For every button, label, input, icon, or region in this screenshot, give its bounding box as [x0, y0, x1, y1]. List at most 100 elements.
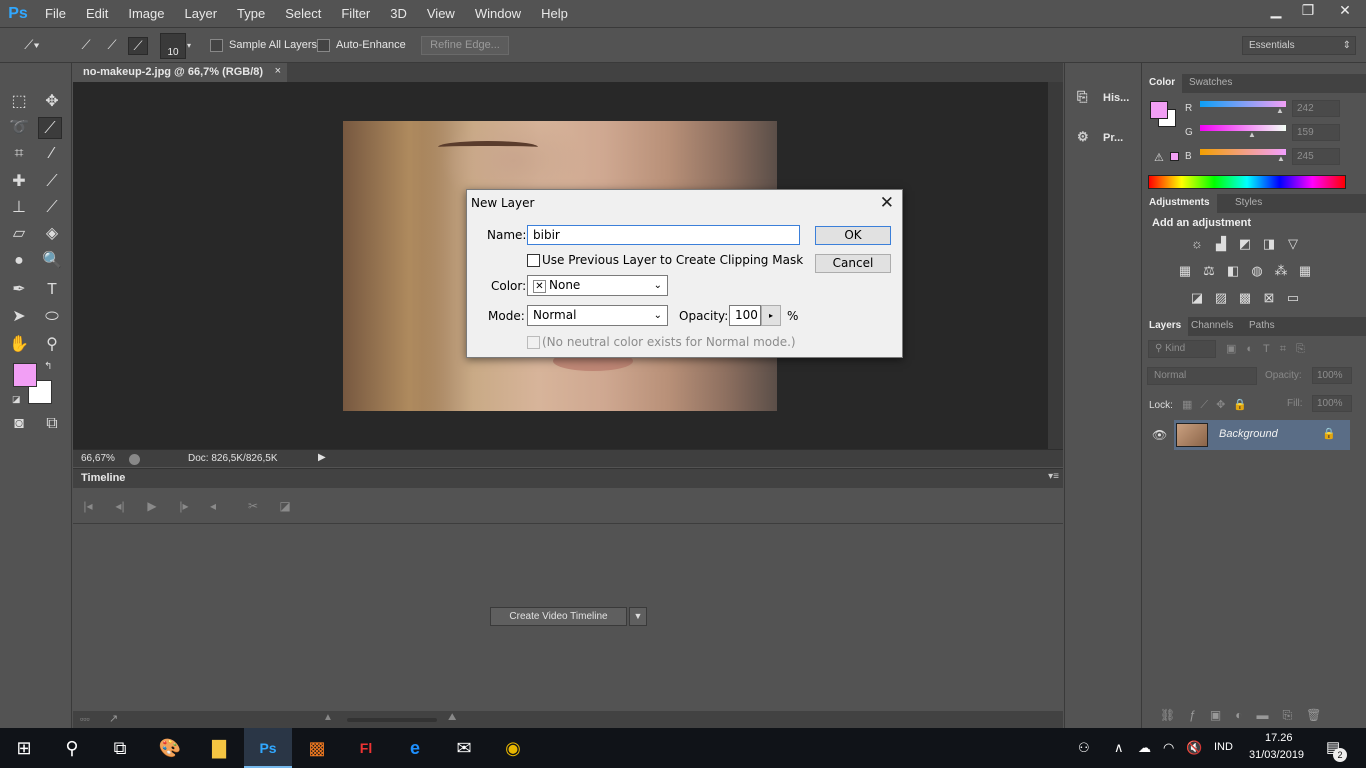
- foreground-color-swatch[interactable]: [13, 363, 37, 387]
- levels-icon[interactable]: ▟: [1212, 235, 1230, 253]
- menu-select[interactable]: Select: [276, 6, 332, 21]
- photoshop-taskbar-icon[interactable]: Ps: [244, 728, 292, 768]
- menu-layer[interactable]: Layer: [176, 6, 229, 21]
- menu-file[interactable]: File: [36, 6, 77, 21]
- properties-panel-button[interactable]: ⚙ Pr...: [1077, 127, 1137, 151]
- zoom-tool-icon[interactable]: ⚲: [40, 334, 64, 356]
- people-icon[interactable]: ⚇: [1078, 740, 1090, 756]
- zoom-out-icon[interactable]: ▲: [323, 712, 333, 723]
- healing-brush-tool-icon[interactable]: ✚: [7, 171, 31, 193]
- menu-3d[interactable]: 3D: [381, 6, 418, 21]
- layers-footer-icons[interactable]: ⛓ƒ▣◐▬⎘🗑: [1142, 708, 1366, 728]
- r-slider-thumb[interactable]: ▲: [1276, 106, 1284, 115]
- close-button[interactable]: ✕: [1324, 0, 1366, 20]
- name-input[interactable]: bibir: [527, 225, 800, 245]
- clipping-mask-checkbox[interactable]: [527, 254, 540, 267]
- color-panel-foreground[interactable]: [1150, 101, 1168, 119]
- document-tab[interactable]: no-makeup-2.jpg @ 66,7% (RGB/8) ×: [73, 63, 287, 82]
- create-timeline-dropdown-icon[interactable]: ▼: [629, 607, 647, 626]
- task-view-icon[interactable]: ⧉: [96, 728, 144, 768]
- screen-mode-icon[interactable]: ⧉: [40, 413, 64, 435]
- tab-channels[interactable]: Channels: [1184, 317, 1240, 336]
- r-slider[interactable]: [1200, 101, 1286, 107]
- status-info-icon[interactable]: [129, 454, 140, 465]
- color-lookup-icon[interactable]: ▦: [1296, 262, 1314, 280]
- dialog-close-icon[interactable]: ✕: [880, 193, 894, 213]
- tab-paths[interactable]: Paths: [1242, 317, 1282, 336]
- mail-icon[interactable]: ✉: [440, 728, 488, 768]
- blend-mode-select[interactable]: Normal: [1147, 367, 1257, 385]
- auto-enhance-checkbox[interactable]: [317, 39, 330, 52]
- menu-image[interactable]: Image: [119, 6, 175, 21]
- history-panel-button[interactable]: ⎘ His...: [1077, 87, 1137, 111]
- brush-size-dropdown-icon[interactable]: ▾: [187, 33, 197, 59]
- paint-app-icon[interactable]: 🎨: [146, 728, 194, 768]
- quick-selection-tool-icon[interactable]: ⟋: [38, 117, 62, 139]
- lasso-tool-icon[interactable]: ➰: [7, 117, 31, 139]
- marquee-tool-icon[interactable]: ⬚: [7, 91, 31, 113]
- go-to-first-frame-icon[interactable]: |◂: [79, 497, 97, 515]
- hue-saturation-icon[interactable]: ▦: [1176, 262, 1194, 280]
- eyedropper-tool-icon[interactable]: ⁄: [40, 143, 64, 165]
- path-selection-tool-icon[interactable]: ➤: [7, 306, 31, 328]
- gamut-warning-icon[interactable]: ⚠: [1154, 151, 1164, 164]
- channel-mixer-icon[interactable]: ⁂: [1272, 262, 1290, 280]
- opacity-input[interactable]: 100: [729, 305, 761, 326]
- flash-icon[interactable]: Fl: [342, 728, 390, 768]
- play-icon[interactable]: ▶: [143, 497, 161, 515]
- document-close-icon[interactable]: ×: [275, 65, 281, 77]
- ok-button[interactable]: OK: [815, 226, 891, 245]
- volume-muted-icon[interactable]: 🔇: [1186, 740, 1202, 756]
- new-selection-icon[interactable]: ⟋: [76, 37, 96, 55]
- tab-layers[interactable]: Layers: [1142, 317, 1188, 336]
- timeline-zoom-slider[interactable]: [347, 718, 437, 722]
- b-value[interactable]: 245: [1292, 148, 1340, 165]
- chrome-icon[interactable]: ◉: [489, 728, 537, 768]
- tab-swatches[interactable]: Swatches: [1182, 74, 1239, 93]
- type-tool-icon[interactable]: T: [40, 279, 64, 301]
- eraser-tool-icon[interactable]: ▱: [7, 223, 31, 245]
- frame-animation-icon[interactable]: ▫▫▫: [80, 714, 90, 724]
- convert-icon[interactable]: ↗: [109, 712, 118, 725]
- wifi-icon[interactable]: ◠: [1163, 740, 1174, 756]
- menu-edit[interactable]: Edit: [77, 6, 119, 21]
- status-menu-arrow-icon[interactable]: ▶: [318, 452, 326, 463]
- onedrive-icon[interactable]: ☁: [1138, 740, 1151, 756]
- audio-icon[interactable]: ◂: [204, 497, 222, 515]
- hand-tool-icon[interactable]: ✋: [7, 334, 31, 356]
- color-spectrum-bar[interactable]: [1148, 175, 1346, 189]
- next-frame-icon[interactable]: |▸: [175, 497, 193, 515]
- lock-icons[interactable]: ▦⟋✥🔒: [1182, 398, 1255, 412]
- layer-filter-icons[interactable]: ▣◐T⌗⎘: [1226, 342, 1315, 356]
- quick-selection-preset-icon[interactable]: ⟋▾: [22, 37, 42, 55]
- refine-edge-button[interactable]: Refine Edge...: [421, 36, 509, 55]
- b-slider-thumb[interactable]: ▲: [1277, 154, 1285, 163]
- menu-window[interactable]: Window: [466, 6, 532, 21]
- paint-bucket-tool-icon[interactable]: ◈: [40, 223, 64, 245]
- layer-opacity-value[interactable]: 100%: [1312, 367, 1352, 384]
- tab-styles[interactable]: Styles: [1228, 194, 1269, 213]
- selective-color-icon[interactable]: ⊠: [1260, 289, 1278, 307]
- clock-date[interactable]: 31/03/2019: [1249, 749, 1304, 761]
- brush-tool-icon[interactable]: ⟋: [40, 171, 64, 193]
- curves-icon[interactable]: ◩: [1236, 235, 1254, 253]
- scissors-icon[interactable]: ✂: [244, 497, 262, 515]
- vibrance-icon[interactable]: ▽: [1284, 235, 1302, 253]
- r-value[interactable]: 242: [1292, 100, 1340, 117]
- search-icon[interactable]: ⚲: [48, 728, 96, 768]
- opacity-slider-button[interactable]: ▸: [761, 305, 781, 326]
- panel-menu-icon[interactable]: ▾≡: [1048, 471, 1059, 482]
- minimize-button[interactable]: ▁: [1260, 0, 1292, 20]
- subtract-from-selection-icon[interactable]: ⟋: [128, 37, 148, 55]
- menu-filter[interactable]: Filter: [332, 6, 381, 21]
- color-balance-icon[interactable]: ⚖: [1200, 262, 1218, 280]
- gradient-map-icon[interactable]: ▭: [1284, 289, 1302, 307]
- canvas-vertical-scrollbar[interactable]: [1048, 82, 1063, 449]
- layer-filter-kind[interactable]: ⚲ Kind: [1148, 340, 1216, 358]
- threshold-icon[interactable]: ▩: [1236, 289, 1254, 307]
- default-colors-icon[interactable]: ◪: [12, 394, 22, 404]
- crop-tool-icon[interactable]: ⌗: [7, 143, 31, 165]
- clone-stamp-tool-icon[interactable]: ⊥: [7, 197, 31, 219]
- xampp-icon[interactable]: ▩: [293, 728, 341, 768]
- g-value[interactable]: 159: [1292, 124, 1340, 141]
